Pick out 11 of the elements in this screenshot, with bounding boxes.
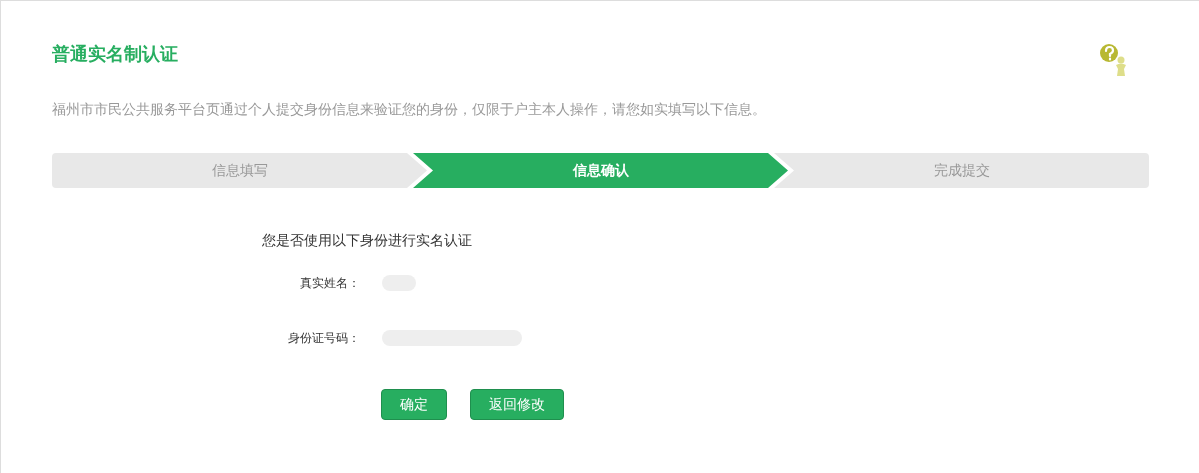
description: 福州市市民公共服务平台页通过个人提交身份信息来验证您的身份，仅限于户主本人操作，请您如实填写以下信息。	[52, 100, 767, 119]
page-title: 普通实名制认证	[52, 43, 178, 66]
field-label: 身份证号码：	[287, 330, 360, 347]
help-person-icon	[1099, 43, 1129, 77]
confirm-question: 您是否使用以下身份进行实名认证	[262, 231, 473, 250]
confirm-button[interactable]: 确定	[381, 389, 447, 420]
progress-step: 信息填写	[52, 153, 427, 188]
back-button[interactable]: 返回修改	[470, 389, 564, 420]
progress-step: 信息确认	[413, 153, 788, 188]
progress-step: 完成提交	[774, 153, 1149, 188]
field-label: 真实姓名：	[299, 275, 360, 292]
